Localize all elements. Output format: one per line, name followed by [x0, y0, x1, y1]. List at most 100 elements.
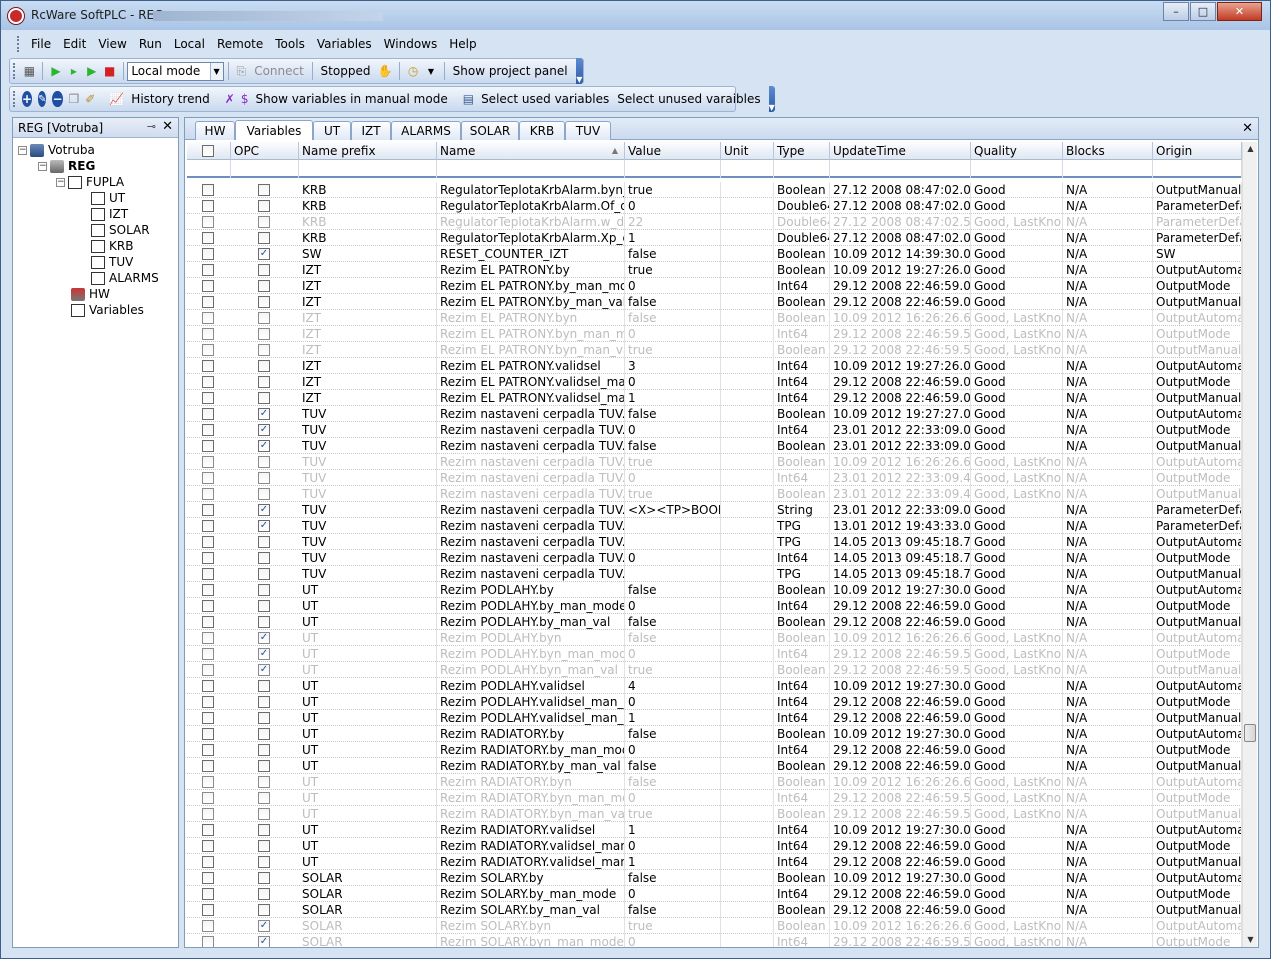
cell-name[interactable]: Rezim RADIATORY.byn_man_val — [437, 806, 625, 822]
opc-checkbox[interactable] — [258, 312, 270, 324]
cell-value[interactable]: 1 — [625, 822, 721, 838]
table-row[interactable]: KRBRegulatorTeplotaKrbAlarm.Xp_def...1 Do… — [187, 230, 1242, 246]
cell-name-prefix[interactable]: SOLAR — [299, 902, 437, 918]
cell-origin[interactable]: OutputManual... — [1153, 438, 1242, 454]
opc-checkbox[interactable] — [258, 360, 270, 372]
opc-checkbox[interactable]: ✓ — [258, 632, 270, 644]
cell-type[interactable]: Int64 — [774, 742, 830, 758]
cell-name-prefix[interactable]: KRB — [299, 214, 437, 230]
cell-blocks[interactable]: N/A — [1063, 822, 1153, 838]
tab-ut[interactable]: UT — [313, 121, 351, 140]
cell-updatetime[interactable]: 10.09 2012 19:27:30.000 — [830, 678, 971, 694]
cell-type[interactable]: Double64 — [774, 214, 830, 230]
cell-unit[interactable] — [721, 678, 774, 694]
cell-origin[interactable]: OutputManual... — [1153, 294, 1242, 310]
cell-updatetime[interactable]: 29.12 2008 22:46:59.000 — [830, 902, 971, 918]
opc-checkbox[interactable] — [258, 280, 270, 292]
cell-value[interactable]: false — [625, 630, 721, 646]
opc-checkbox[interactable] — [258, 696, 270, 708]
cell-quality[interactable]: Good — [971, 278, 1063, 294]
row-select-checkbox[interactable] — [202, 312, 214, 324]
cell-origin[interactable]: OutputManual... — [1153, 486, 1242, 502]
cell-origin[interactable]: OutputAutomat... — [1153, 454, 1242, 470]
cell-type[interactable]: Int64 — [774, 822, 830, 838]
tree-item-variables[interactable]: Variables — [71, 303, 144, 317]
cell-unit[interactable] — [721, 326, 774, 342]
row-select-checkbox[interactable] — [202, 808, 214, 820]
cell-updatetime[interactable]: 10.09 2012 14:39:30.000 — [830, 246, 971, 262]
cell-quality[interactable]: Good — [971, 422, 1063, 438]
close-icon[interactable]: ✕ — [162, 119, 173, 134]
cell-origin[interactable]: OutputAutomat... — [1153, 918, 1242, 934]
opc-checkbox[interactable]: ✓ — [258, 248, 270, 260]
filter-name[interactable] — [437, 160, 625, 178]
row-select-checkbox[interactable] — [202, 792, 214, 804]
cell-blocks[interactable]: N/A — [1063, 614, 1153, 630]
table-row[interactable]: TUVRezim nastaveni cerpadla TUV.by...0 In… — [187, 470, 1242, 486]
cell-unit[interactable] — [721, 534, 774, 550]
cell-value[interactable]: 3 — [625, 358, 721, 374]
cell-value[interactable]: true — [625, 182, 721, 198]
cell-type[interactable]: Boolean — [774, 614, 830, 630]
cell-type[interactable]: TPG — [774, 518, 830, 534]
row-select-checkbox[interactable] — [202, 632, 214, 644]
cell-name-prefix[interactable]: UT — [299, 678, 437, 694]
cell-value[interactable]: 22 — [625, 214, 721, 230]
opc-checkbox[interactable]: ✓ — [258, 920, 270, 932]
edit-icon[interactable]: ✎ — [38, 91, 47, 107]
table-row[interactable]: ✓ TUVRezim nastaveni cerpadla TUV.by...fa… — [187, 438, 1242, 454]
pin-icon[interactable]: ⊸ — [147, 120, 156, 133]
cell-quality[interactable]: Good, LastKno... — [971, 470, 1063, 486]
cell-name-prefix[interactable]: IZT — [299, 310, 437, 326]
step-run-icon[interactable]: ▸ — [68, 63, 80, 79]
scroll-thumb[interactable] — [1244, 724, 1256, 742]
maximize-button[interactable]: □ — [1190, 2, 1216, 21]
cell-quality[interactable]: Good — [971, 582, 1063, 598]
cell-blocks[interactable]: N/A — [1063, 230, 1153, 246]
cell-name-prefix[interactable]: IZT — [299, 294, 437, 310]
menu-local[interactable]: Local — [168, 37, 211, 51]
table-row[interactable]: SOLAR Rezim SOLARY.by false Boolean 10.09 20… — [187, 870, 1242, 886]
cell-name[interactable]: Rezim PODLAHY.validsel — [437, 678, 625, 694]
cell-type[interactable]: Boolean — [774, 310, 830, 326]
cell-name[interactable]: Rezim SOLARY.byn — [437, 918, 625, 934]
cell-origin[interactable]: OutputManual... — [1153, 854, 1242, 870]
col-blocks[interactable]: Blocks — [1063, 142, 1153, 160]
col-name-prefix[interactable]: Name prefix — [299, 142, 437, 160]
cell-value[interactable]: <X><TP>BOOL... — [625, 502, 721, 518]
cell-type[interactable]: Int64 — [774, 854, 830, 870]
cell-blocks[interactable]: N/A — [1063, 662, 1153, 678]
cell-value[interactable]: false — [625, 870, 721, 886]
cell-origin[interactable]: OutputMode — [1153, 470, 1242, 486]
row-select-checkbox[interactable] — [202, 936, 214, 947]
cell-updatetime[interactable]: 29.12 2008 22:46:59.000 — [830, 710, 971, 726]
cell-type[interactable]: Int64 — [774, 550, 830, 566]
row-select-checkbox[interactable] — [202, 616, 214, 628]
cell-quality[interactable]: Good — [971, 678, 1063, 694]
cell-name[interactable]: Rezim RADIATORY.byn — [437, 774, 625, 790]
cell-name[interactable]: Rezim EL PATRONY.by — [437, 262, 625, 278]
cell-value[interactable]: 0 — [625, 326, 721, 342]
cell-updatetime[interactable]: 29.12 2008 22:46:59.546 — [830, 934, 971, 947]
cell-updatetime[interactable]: 10.09 2012 16:26:26.609 — [830, 774, 971, 790]
cell-name[interactable]: Rezim nastaveni cerpadla TUV.byn — [437, 454, 625, 470]
cell-unit[interactable] — [721, 422, 774, 438]
close-button[interactable]: ✕ — [1217, 2, 1262, 21]
opc-checkbox[interactable] — [258, 600, 270, 612]
cell-updatetime[interactable]: 29.12 2008 22:46:59.000 — [830, 390, 971, 406]
cell-value[interactable]: false — [625, 758, 721, 774]
table-row[interactable]: KRBRegulatorTeplotaKrbAlarm.w_defa...22 D… — [187, 214, 1242, 230]
vertical-scrollbar[interactable]: ▲ ▼ — [1242, 142, 1257, 947]
row-select-checkbox[interactable] — [202, 888, 214, 900]
row-select-checkbox[interactable] — [202, 776, 214, 788]
row-select-checkbox[interactable] — [202, 184, 214, 196]
table-row[interactable]: UT Rezim RADIATORY.by_man_mode 0 Int64 29.12… — [187, 742, 1242, 758]
table-row[interactable]: UT Rezim PODLAHY.validsel 4 Int64 10.09 2012… — [187, 678, 1242, 694]
table-row[interactable]: UT Rezim RADIATORY.byn_man_val true Boolean… — [187, 806, 1242, 822]
cell-name[interactable]: Rezim PODLAHY.validsel_man_val — [437, 710, 625, 726]
cell-name[interactable]: Rezim RADIATORY.validsel_man... — [437, 854, 625, 870]
cell-name-prefix[interactable]: TUV — [299, 550, 437, 566]
opc-checkbox[interactable] — [258, 584, 270, 596]
table-row[interactable]: IZT Rezim EL PATRONY.validsel 3 Int64 10.09 … — [187, 358, 1242, 374]
row-select-checkbox[interactable] — [202, 856, 214, 868]
